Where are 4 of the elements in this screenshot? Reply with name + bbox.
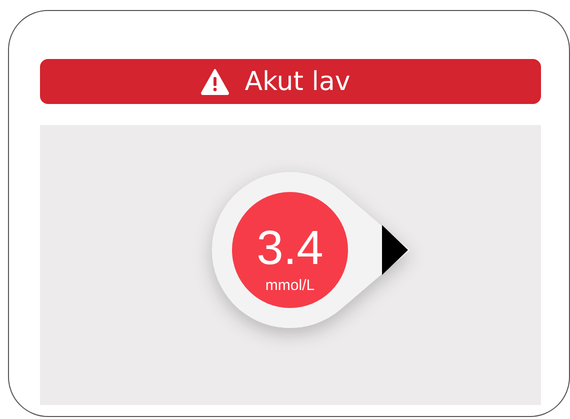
- unit-label: mmol/L: [264, 277, 314, 294]
- warning-icon: [200, 68, 229, 94]
- glucose-value: 3.4: [256, 222, 323, 275]
- alert-label: Akut lav: [244, 66, 350, 96]
